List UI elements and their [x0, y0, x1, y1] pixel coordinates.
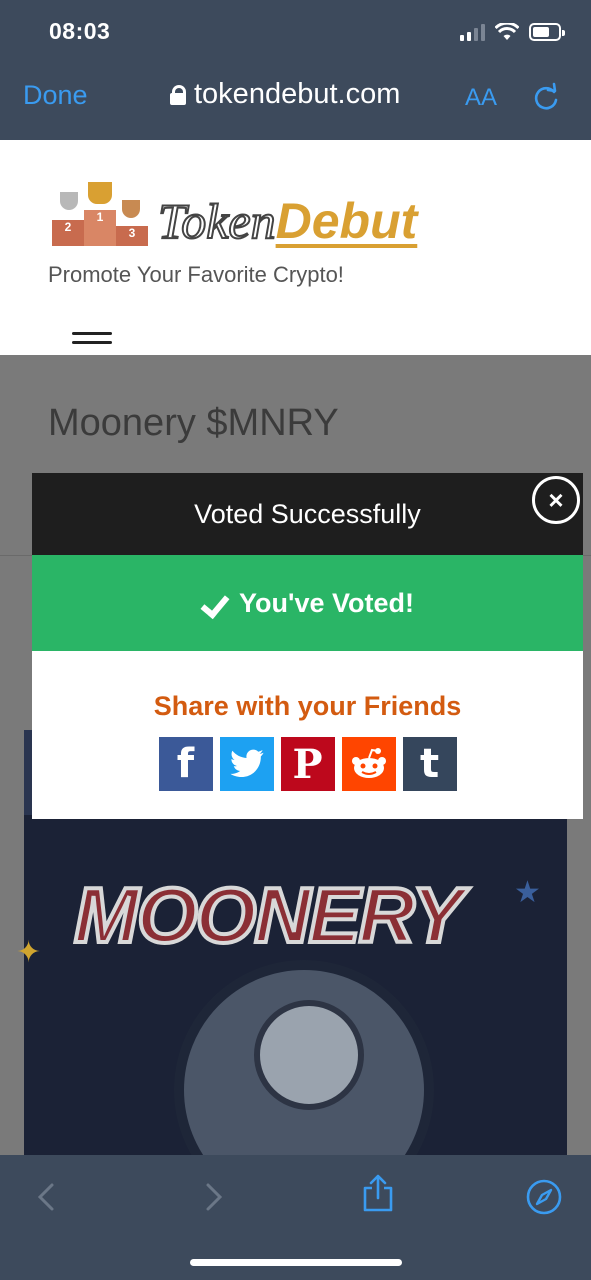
facebook-share-button[interactable]: f [158, 737, 213, 791]
hamburger-menu-icon[interactable] [72, 332, 112, 354]
status-icons [460, 20, 565, 44]
close-modal-button[interactable]: × [532, 476, 580, 524]
home-indicator [190, 1259, 402, 1266]
share-buttons: f P t [32, 737, 583, 791]
browser-url-bar: Done tokendebut.com AA [0, 62, 591, 140]
close-icon: × [548, 484, 564, 515]
reddit-share-button[interactable] [341, 737, 396, 791]
voted-status-bar: You've Voted! [32, 555, 583, 651]
forward-icon[interactable] [194, 1177, 234, 1217]
astronaut-graphic [254, 1000, 364, 1110]
star-icon: ★ [514, 876, 541, 909]
share-icon[interactable] [358, 1173, 398, 1213]
site-logo[interactable]: 2 1 3 TokenDebut [52, 182, 418, 249]
tumblr-share-button[interactable]: t [402, 737, 457, 791]
text-size-button[interactable]: AA [465, 84, 497, 112]
tumblr-icon: t [419, 741, 440, 787]
compass-icon[interactable] [524, 1177, 564, 1217]
page-title: Moonery $MNRY [48, 402, 339, 444]
pinterest-share-button[interactable]: P [280, 737, 335, 791]
done-button[interactable]: Done [23, 80, 88, 111]
site-tagline: Promote Your Favorite Crypto! [48, 262, 344, 287]
address-field[interactable]: tokendebut.com [170, 78, 400, 111]
checkmark-icon [201, 591, 229, 615]
back-icon[interactable] [26, 1177, 66, 1217]
vote-success-modal: Voted Successfully You've Voted! Share w… [32, 473, 583, 819]
wifi-icon [495, 23, 519, 40]
battery-icon [529, 23, 565, 41]
pinterest-icon: P [292, 740, 323, 788]
podium-icon: 2 1 3 [52, 182, 148, 246]
lock-icon [170, 84, 186, 105]
reddit-icon [351, 748, 386, 778]
star-icon: ✦ [16, 936, 42, 969]
modal-header: Voted Successfully [32, 473, 583, 555]
logo-wordmark: TokenDebut [157, 193, 418, 249]
reload-icon[interactable] [530, 82, 562, 114]
status-bar: 08:03 [0, 0, 591, 62]
site-header: 2 1 3 TokenDebut Promote Your Favorite C… [0, 140, 591, 355]
status-time: 08:03 [49, 18, 111, 44]
facebook-icon: f [176, 741, 195, 787]
cellular-signal-icon [460, 23, 485, 41]
voted-label: You've Voted! [239, 587, 414, 618]
mascot-logo-text: MOONERY [72, 869, 466, 961]
url-text: tokendebut.com [194, 78, 401, 110]
twitter-share-button[interactable] [219, 737, 274, 791]
twitter-icon [230, 749, 263, 778]
share-title: Share with your Friends [153, 691, 462, 721]
